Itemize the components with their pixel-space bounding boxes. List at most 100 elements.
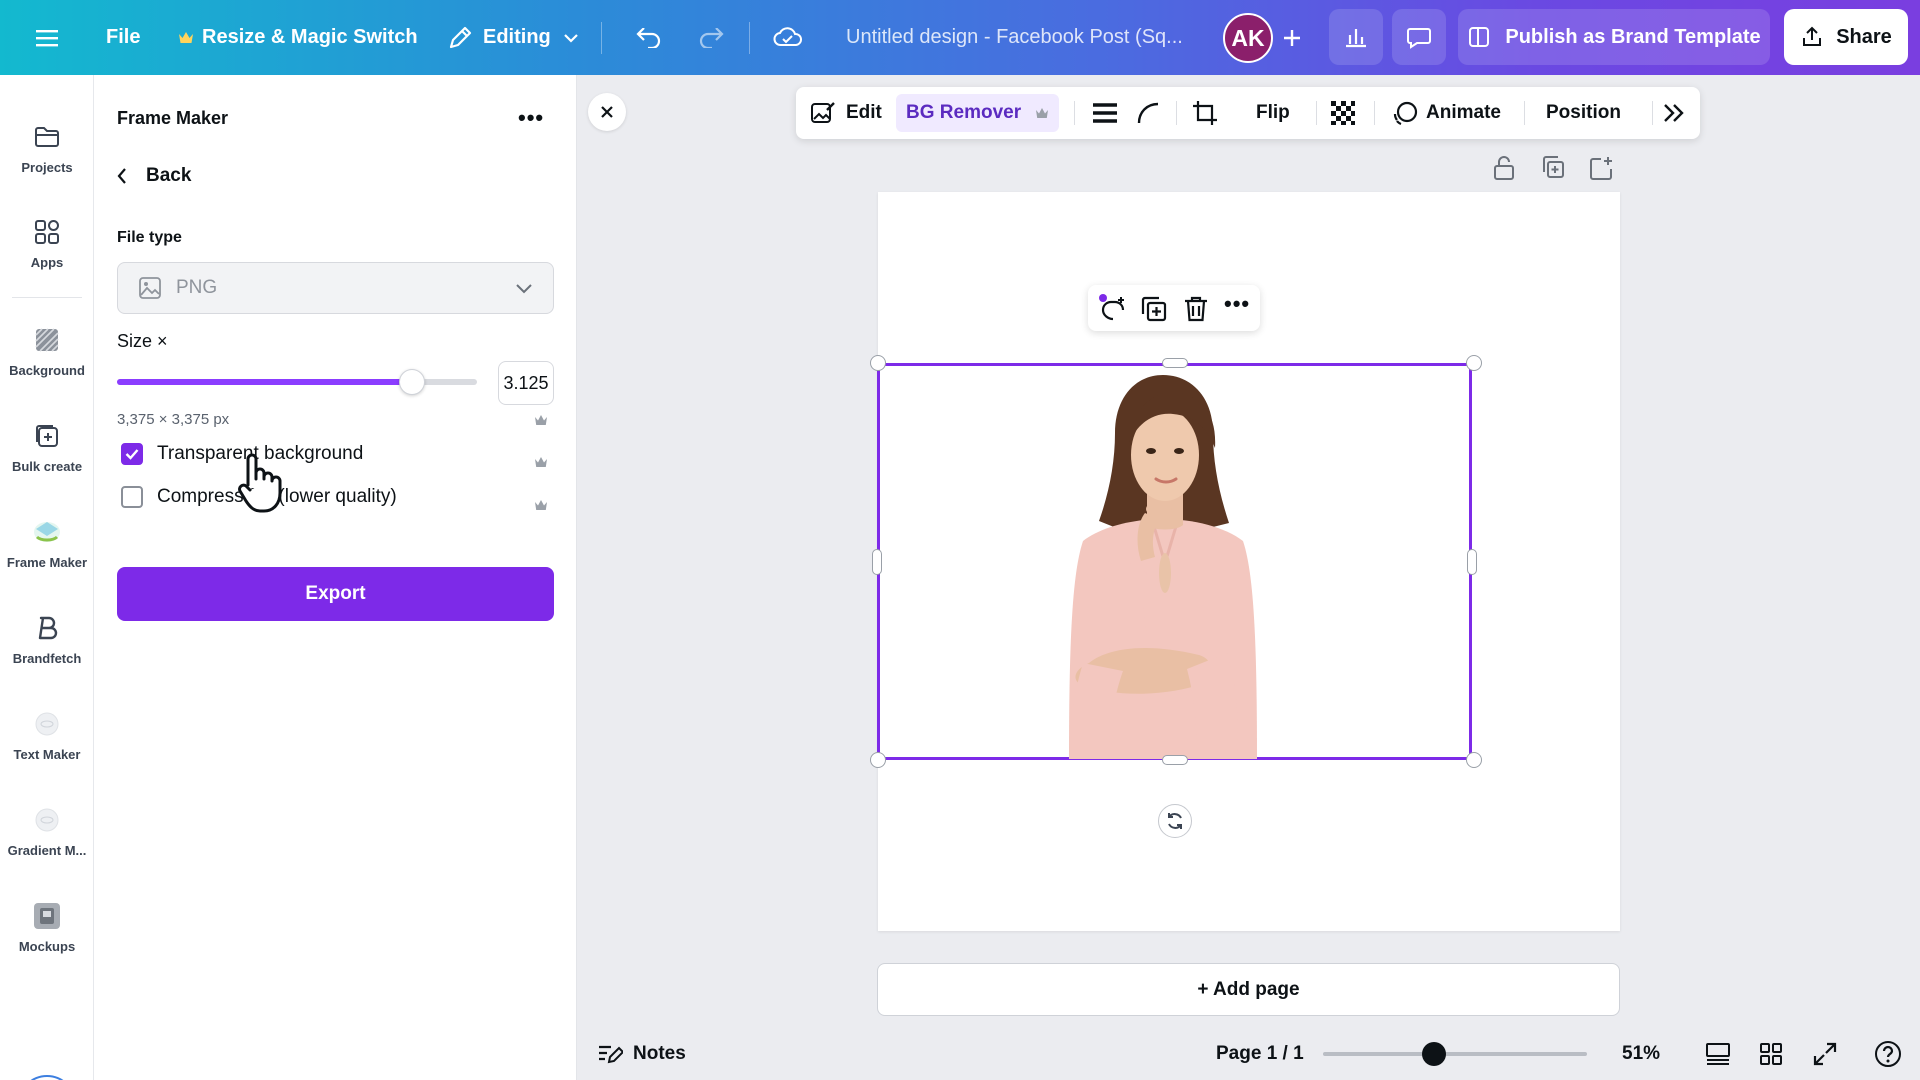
resize-handle-bottom-left[interactable] [870, 752, 886, 768]
border-style-icon[interactable] [1092, 87, 1118, 139]
edit-image-button[interactable]: Edit [810, 87, 882, 139]
rail-label: Mockups [18, 939, 76, 954]
bg-remover-button[interactable]: BG Remover [896, 94, 1060, 132]
notes-button[interactable]: Notes [597, 1027, 686, 1080]
share-icon [1803, 26, 1822, 46]
brandfetch-icon [30, 611, 64, 645]
magic-edit-icon[interactable] [1098, 293, 1128, 328]
grid-view-icon[interactable] [1756, 1039, 1786, 1069]
rail-item-mockups[interactable]: Mockups [0, 899, 94, 954]
edit-image-icon [811, 102, 835, 123]
rail-item-brandfetch[interactable]: Brandfetch [0, 611, 94, 666]
back-label: Back [146, 165, 192, 186]
top-bar: File Resize & Magic Switch Editing Untit… [0, 0, 1920, 75]
rail-item-text-maker[interactable]: Text Maker [0, 707, 94, 762]
dimensions-text: 3,375 × 3,375 px [117, 411, 230, 428]
animate-button[interactable]: Animate [1392, 87, 1501, 139]
left-rail: Projects Apps Background Bulk create Fra… [0, 75, 94, 1080]
more-options-icon[interactable]: ••• [518, 105, 544, 131]
size-slider-thumb[interactable] [399, 369, 426, 395]
compress-file-checkbox[interactable] [121, 486, 143, 508]
crown-icon [535, 500, 547, 510]
page-view-icon[interactable] [1703, 1039, 1733, 1069]
size-input[interactable]: 3.125 [498, 361, 554, 405]
file-type-select[interactable]: PNG [117, 262, 554, 314]
chevron-left-icon [117, 168, 126, 184]
panel-title: Frame Maker [117, 108, 229, 128]
share-button[interactable]: Share [1784, 9, 1908, 65]
undo-icon[interactable] [632, 22, 666, 54]
woman-photo [1069, 375, 1257, 759]
zoom-slider[interactable] [1323, 1042, 1587, 1066]
magic-assistant-button[interactable] [18, 1075, 76, 1080]
help-icon[interactable] [1873, 1039, 1903, 1069]
delete-icon[interactable] [1183, 295, 1209, 328]
add-page-button[interactable]: + Add page [877, 963, 1620, 1016]
rail-item-bulk-create[interactable]: Bulk create [0, 419, 94, 474]
rail-label: Frame Maker [6, 555, 88, 570]
resize-magic-switch-button[interactable]: Resize & Magic Switch [178, 0, 418, 75]
add-page-icon[interactable] [1589, 155, 1613, 186]
resize-handle-top-right[interactable] [1466, 355, 1482, 371]
rail-label: Gradient M... [7, 843, 87, 858]
rotate-handle-icon[interactable] [1158, 804, 1192, 838]
crown-icon [179, 32, 193, 43]
duplicate-page-icon[interactable] [1541, 155, 1565, 186]
editing-label: Editing [483, 26, 551, 48]
comments-button[interactable] [1392, 9, 1446, 65]
transparency-icon[interactable] [1330, 87, 1356, 139]
divider [1176, 101, 1177, 125]
bottom-bar: Notes Page 1 / 1 51% [577, 1027, 1920, 1080]
file-menu[interactable]: File [106, 0, 140, 75]
more-tools-icon[interactable] [1662, 87, 1686, 139]
apps-icon [30, 215, 64, 249]
size-slider[interactable] [117, 369, 477, 395]
rail-item-gradient-maker[interactable]: Gradient M... [0, 803, 94, 858]
duplicate-element-icon[interactable] [1140, 295, 1168, 328]
rail-item-background[interactable]: Background [0, 323, 94, 378]
animate-label: Animate [1426, 102, 1501, 123]
close-panel-icon[interactable] [588, 93, 626, 131]
design-title[interactable]: Untitled design - Facebook Post (Sq... [846, 0, 1183, 75]
position-button[interactable]: Position [1546, 87, 1621, 139]
more-options-icon[interactable]: ••• [1224, 291, 1250, 317]
crop-icon[interactable] [1192, 87, 1218, 139]
file-type-label: File type [117, 229, 182, 246]
avatar[interactable]: AK [1223, 13, 1273, 63]
export-button[interactable]: Export [117, 567, 554, 621]
page-indicator[interactable]: Page 1 / 1 [1216, 1027, 1304, 1080]
resize-handle-bottom[interactable] [1162, 755, 1188, 765]
share-label: Share [1836, 25, 1892, 48]
redo-icon[interactable] [694, 22, 728, 54]
transparent-background-checkbox[interactable] [121, 443, 143, 465]
fullscreen-icon[interactable] [1810, 1039, 1840, 1069]
back-button[interactable]: Back [116, 165, 191, 187]
lock-icon[interactable] [1492, 155, 1516, 186]
zoom-level[interactable]: 51% [1622, 1027, 1660, 1080]
template-icon [1469, 27, 1490, 47]
rail-item-projects[interactable]: Projects [0, 120, 94, 175]
insights-button[interactable] [1329, 9, 1383, 65]
resize-handle-top[interactable] [1162, 358, 1188, 368]
editing-mode-dropdown[interactable]: Editing [447, 0, 579, 75]
chevron-down-icon [563, 33, 578, 43]
crown-icon [535, 457, 547, 467]
resize-handle-left[interactable] [872, 549, 882, 575]
rail-item-apps[interactable]: Apps [0, 215, 94, 270]
rail-item-frame-maker[interactable]: Frame Maker [0, 515, 94, 570]
folder-icon [30, 120, 64, 154]
corner-rounding-icon[interactable] [1136, 87, 1160, 139]
cloud-saved-icon[interactable] [770, 20, 806, 54]
add-collaborator-icon[interactable] [1275, 22, 1309, 54]
menu-icon[interactable] [30, 22, 64, 54]
resize-handle-right[interactable] [1467, 549, 1477, 575]
zoom-slider-thumb[interactable] [1421, 1042, 1446, 1066]
divider [1074, 101, 1075, 125]
selected-image-frame[interactable] [877, 363, 1472, 760]
resize-handle-top-left[interactable] [870, 355, 886, 371]
gradient-maker-icon [30, 803, 64, 837]
publish-label: Publish as Brand Template [1505, 25, 1761, 48]
resize-handle-bottom-right[interactable] [1466, 752, 1482, 768]
flip-button[interactable]: Flip [1256, 87, 1290, 139]
publish-brand-template-button[interactable]: Publish as Brand Template [1458, 9, 1770, 65]
